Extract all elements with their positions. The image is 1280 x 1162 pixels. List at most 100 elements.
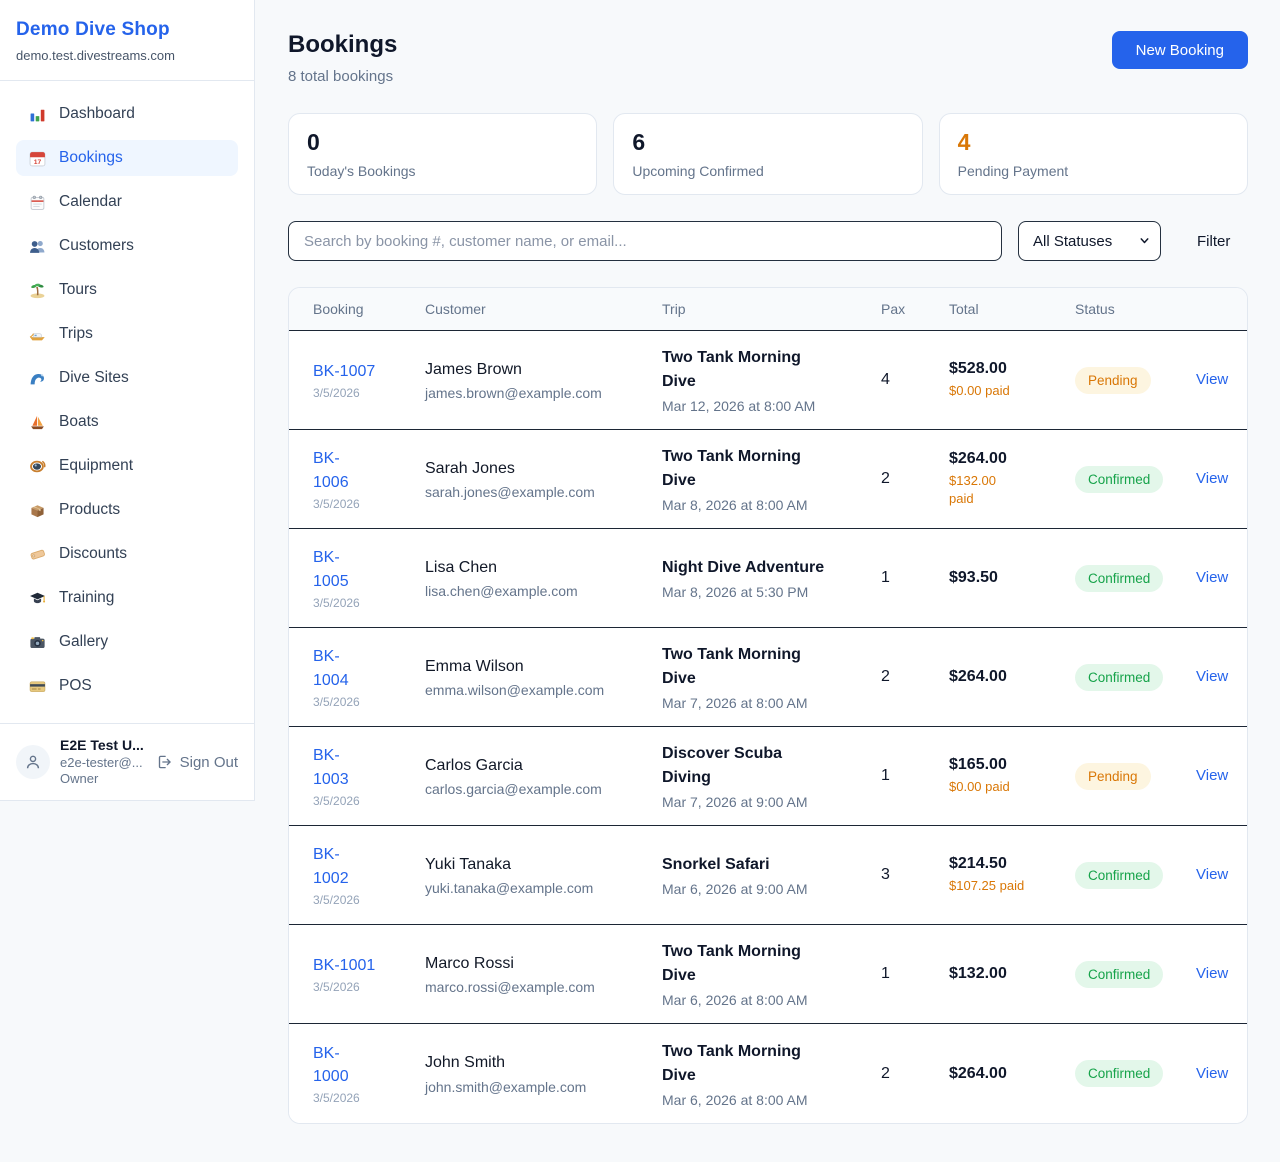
- user-role: Owner: [60, 771, 145, 787]
- booking-id-link[interactable]: BK-1001: [313, 954, 425, 977]
- sidebar-item-label: Boats: [59, 413, 99, 431]
- sidebar-item-products[interactable]: Products: [16, 492, 238, 528]
- sidebar-item-equipment[interactable]: Equipment: [16, 448, 238, 484]
- booking-id-link[interactable]: BK-1007: [313, 360, 425, 383]
- status-cell: Pending: [1075, 763, 1196, 790]
- sidebar-item-tours[interactable]: Tours: [16, 272, 238, 308]
- sidebar-header: Demo Dive Shop demo.test.divestreams.com: [0, 0, 254, 81]
- user-info: E2E Test U... e2e-tester@... Owner: [60, 737, 145, 787]
- shop-domain: demo.test.divestreams.com: [16, 48, 238, 63]
- customer-email: sarah.jones@example.com: [425, 484, 662, 500]
- sidebar-item-discounts[interactable]: Discounts: [16, 536, 238, 572]
- booking-id-link[interactable]: BK-1000: [313, 1042, 359, 1088]
- column-header-booking: Booking: [313, 301, 425, 317]
- table-body: BK-1007 3/5/2026 James Brown james.brown…: [289, 331, 1247, 1123]
- view-link[interactable]: View: [1196, 965, 1228, 982]
- table-row: BK-1002 3/5/2026 Yuki Tanaka yuki.tanaka…: [289, 826, 1247, 925]
- total-cell: $214.50 $107.25 paid: [949, 855, 1075, 895]
- booking-date: 3/5/2026: [313, 794, 425, 808]
- trip-date: Mar 8, 2026 at 8:00 AM: [662, 497, 881, 513]
- sidebar-item-customers[interactable]: Customers: [16, 228, 238, 264]
- trip-name: Discover Scuba Diving: [662, 742, 834, 790]
- pax-cell: 4: [881, 371, 949, 389]
- total-cell: $528.00 $0.00 paid: [949, 360, 1075, 400]
- view-link[interactable]: View: [1196, 371, 1228, 388]
- trip-name: Snorkel Safari: [662, 853, 834, 877]
- view-link[interactable]: View: [1196, 569, 1228, 586]
- status-select[interactable]: All Statuses: [1018, 221, 1161, 261]
- view-link[interactable]: View: [1196, 767, 1228, 784]
- booking-cell: BK-1001 3/5/2026: [313, 954, 425, 994]
- customer-name: Emma Wilson: [425, 656, 662, 678]
- table-row: BK-1007 3/5/2026 James Brown james.brown…: [289, 331, 1247, 430]
- sidebar-item-label: Discounts: [59, 545, 127, 563]
- sidebar-item-dive-sites[interactable]: Dive Sites: [16, 360, 238, 396]
- trip-cell: Two Tank Morning Dive Mar 12, 2026 at 8:…: [662, 346, 881, 414]
- stat-value: 6: [632, 129, 903, 156]
- wave-icon: [28, 369, 46, 387]
- search-input[interactable]: [288, 221, 1002, 261]
- total-cell: $264.00 $132.00 paid: [949, 450, 1075, 508]
- sidebar-item-calendar[interactable]: Calendar: [16, 184, 238, 220]
- table-row: BK-1006 3/5/2026 Sarah Jones sarah.jones…: [289, 430, 1247, 529]
- view-link[interactable]: View: [1196, 866, 1228, 883]
- stat-label: Upcoming Confirmed: [632, 163, 903, 179]
- booking-id-link[interactable]: BK-1002: [313, 843, 359, 889]
- sidebar-item-boats[interactable]: Boats: [16, 404, 238, 440]
- column-header-customer: Customer: [425, 301, 662, 317]
- customer-cell: John Smith john.smith@example.com: [425, 1052, 662, 1094]
- booking-id-link[interactable]: BK-1003: [313, 744, 359, 790]
- trip-name: Two Tank Morning Dive: [662, 940, 834, 988]
- page-header: Bookings 8 total bookings New Booking: [288, 31, 1248, 85]
- booking-date: 3/5/2026: [313, 695, 425, 709]
- column-header-trip: Trip: [662, 301, 881, 317]
- customer-cell: Sarah Jones sarah.jones@example.com: [425, 458, 662, 500]
- sidebar-item-label: Trips: [59, 325, 93, 343]
- sidebar-item-pos[interactable]: POS: [16, 668, 238, 704]
- trip-cell: Discover Scuba Diving Mar 7, 2026 at 9:0…: [662, 742, 881, 810]
- trip-date: Mar 8, 2026 at 5:30 PM: [662, 584, 881, 600]
- booking-cell: BK-1007 3/5/2026: [313, 360, 425, 400]
- paid-amount: $132.00 paid: [949, 472, 1009, 508]
- column-header-status: Status: [1075, 301, 1196, 317]
- sidebar-item-label: Customers: [59, 237, 134, 255]
- stat-card: 0 Today's Bookings: [288, 113, 597, 195]
- sidebar-item-training[interactable]: Training: [16, 580, 238, 616]
- new-booking-button[interactable]: New Booking: [1112, 31, 1248, 69]
- sidebar-item-trips[interactable]: Trips: [16, 316, 238, 352]
- booking-id-link[interactable]: BK-1005: [313, 546, 359, 592]
- svg-text:17: 17: [33, 158, 41, 165]
- island-icon: [28, 281, 46, 299]
- credit-card-icon: [28, 677, 46, 695]
- total-cell: $132.00: [949, 965, 1075, 983]
- booking-id-link[interactable]: BK-1006: [313, 447, 359, 493]
- customer-email: emma.wilson@example.com: [425, 682, 662, 698]
- tag-icon: [28, 545, 46, 563]
- sidebar-item-bookings[interactable]: 17 Bookings: [16, 140, 238, 176]
- page-subtitle: 8 total bookings: [288, 68, 397, 85]
- customer-email: carlos.garcia@example.com: [425, 781, 662, 797]
- booking-id-link[interactable]: BK-1004: [313, 645, 359, 691]
- stat-card: 4 Pending Payment: [939, 113, 1248, 195]
- customer-cell: Carlos Garcia carlos.garcia@example.com: [425, 755, 662, 797]
- pax-cell: 1: [881, 569, 949, 587]
- view-link[interactable]: View: [1196, 1065, 1228, 1082]
- trip-cell: Two Tank Morning Dive Mar 6, 2026 at 8:0…: [662, 1040, 881, 1108]
- sign-out-button[interactable]: Sign Out: [155, 753, 238, 771]
- sidebar-item-dashboard[interactable]: Dashboard: [16, 96, 238, 132]
- people-icon: [28, 237, 46, 255]
- customer-email: lisa.chen@example.com: [425, 583, 662, 599]
- view-link[interactable]: View: [1196, 470, 1228, 487]
- sidebar-item-gallery[interactable]: Gallery: [16, 624, 238, 660]
- view-link[interactable]: View: [1196, 668, 1228, 685]
- stat-value: 4: [958, 129, 1229, 156]
- total-amount: $264.00: [949, 1065, 1075, 1083]
- trip-name: Two Tank Morning Dive: [662, 346, 834, 394]
- trip-name: Two Tank Morning Dive: [662, 1040, 834, 1088]
- trip-cell: Two Tank Morning Dive Mar 6, 2026 at 8:0…: [662, 940, 881, 1008]
- trip-name: Two Tank Morning Dive: [662, 643, 834, 691]
- sidebar-item-label: Products: [59, 501, 120, 519]
- filter-button[interactable]: Filter: [1197, 233, 1230, 250]
- stat-label: Pending Payment: [958, 163, 1229, 179]
- paid-amount: $107.25 paid: [949, 877, 1075, 895]
